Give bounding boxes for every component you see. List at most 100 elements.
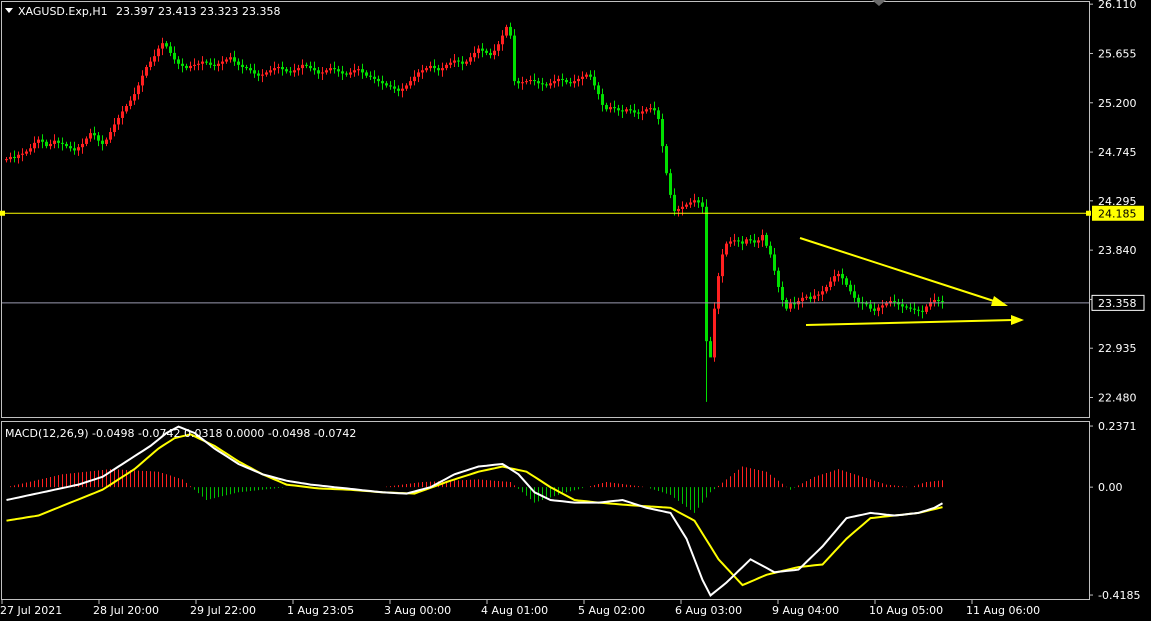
candle-body [397,88,400,91]
candle-body [129,100,132,107]
candle-body [365,72,368,76]
candle-body [325,70,328,73]
candle-body [937,299,940,302]
candle-body [289,71,292,73]
lower-trendline[interactable] [805,319,1014,326]
candle-body [693,200,696,203]
candle-body [109,132,112,140]
candle-body [613,107,616,109]
price-tick-label: 22.935 [1098,342,1137,355]
candle-body [317,70,320,74]
price-tick-label: 25.200 [1098,97,1137,110]
candle-body [245,67,248,69]
candle-body [409,81,412,86]
candle-body [801,297,804,302]
scroll-marker-icon[interactable] [872,0,886,6]
candle-body [101,140,104,144]
candle-body [765,234,768,246]
macd-layer [6,425,943,597]
candle-body [933,299,936,303]
candle-body [321,72,324,74]
candle-body [261,74,264,76]
candle-body [185,65,188,69]
candle-body [461,61,464,64]
candle-body [817,294,820,296]
candle-body [61,142,64,144]
candle-body [5,159,8,161]
candle-body [725,243,728,255]
candle-body [601,94,604,105]
macd-signal-line [6,433,943,587]
upper-trendline-arrow-icon [991,296,1008,306]
candle-body [33,142,36,149]
candle-body [401,88,404,91]
candle-body [301,64,304,69]
level-price-tag-text: 24.185 [1098,207,1137,220]
trading-chart[interactable]: XAGUSD.Exp,H1 23.397 23.413 23.323 23.35… [0,0,1151,621]
candle-body [113,124,116,133]
candle-body [629,109,632,111]
candle-body [497,44,500,51]
candle-body [453,60,456,63]
candle-body [45,141,48,147]
candle-body [257,73,260,76]
candle-body [209,62,212,65]
candle-body [617,108,620,111]
candle-body [53,140,56,144]
level-line-handle[interactable] [0,210,5,216]
candle-body [913,308,916,310]
candle-body [665,146,668,174]
candle-body [633,110,636,113]
macd-tick-label: 0.00 [1098,481,1123,494]
candle-body [689,202,692,205]
candle-body [833,276,836,282]
candle-body [293,70,296,73]
time-tick-label: 9 Aug 04:00 [772,604,839,617]
candle-body [9,156,12,160]
candle-body [65,143,68,147]
candle-body [813,295,816,299]
candle-body [549,83,552,86]
candle-body [25,151,28,154]
candle-body [517,81,520,84]
candle-body [373,76,376,79]
candle-body [489,52,492,56]
time-tick-label: 29 Jul 22:00 [190,604,256,617]
candle-body [789,303,792,309]
ohlc-readout: 23.397 23.413 23.323 23.358 [116,5,280,18]
candle-body [685,204,688,207]
candle-body [333,68,336,70]
candle-body [273,68,276,71]
candle-body [941,301,944,303]
candle-body [681,206,684,209]
candle-body [345,73,348,75]
candle-body [417,72,420,77]
candle-body [141,75,144,86]
candle-body [233,57,236,62]
symbol-label: XAGUSD.Exp,H1 [18,5,108,18]
candle-body [329,68,332,71]
candle-body [513,35,516,82]
candle-body [541,83,544,85]
upper-trendline[interactable] [799,237,1001,304]
candle-body [445,64,448,69]
candle-body [425,68,428,71]
candle-body [309,65,312,69]
candle-body [637,112,640,114]
candle-body [349,72,352,75]
candle-body [17,154,20,159]
macd-label: MACD(12,26,9) -0.0498 -0.0742 0.0318 0.0… [5,427,356,440]
candle-body [553,81,556,84]
time-tick-label: 6 Aug 03:00 [675,604,742,617]
level-line-handle[interactable] [1086,210,1091,216]
candle-body [49,143,52,147]
candle-body [169,46,172,53]
bid-price-tag-text: 23.358 [1098,297,1137,310]
candle-body [193,64,196,66]
candle-body [241,64,244,68]
candle-body [673,194,676,212]
candle-body [249,68,252,71]
symbol-menu-chevron-icon[interactable] [5,8,13,13]
candle-body [597,85,600,95]
price-pane-frame [1,1,1090,418]
